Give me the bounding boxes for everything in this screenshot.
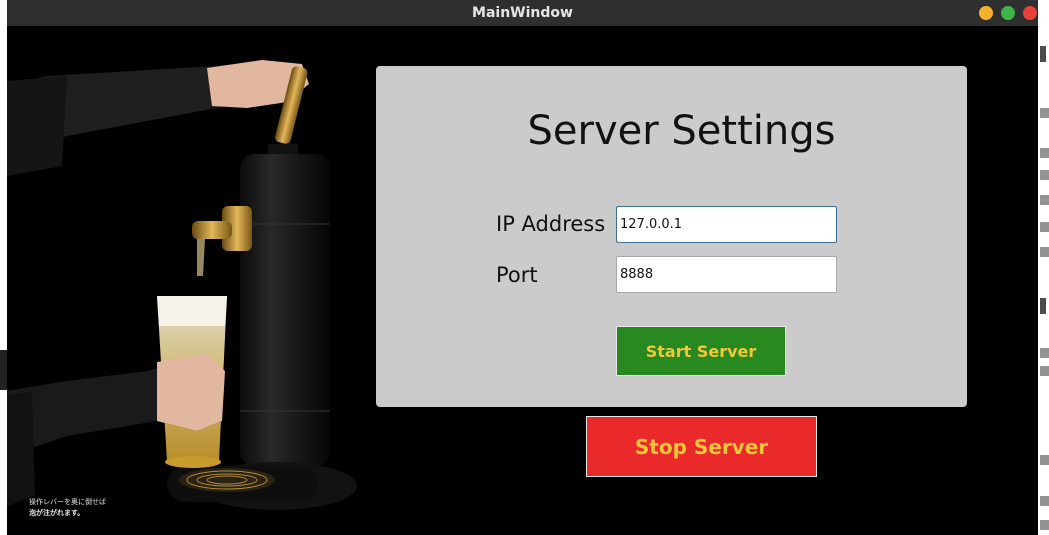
start-server-button[interactable]: Start Server: [616, 326, 786, 376]
beer-server-image: [7, 60, 357, 510]
server-settings-panel: Server Settings IP Address Port Start Se…: [376, 66, 967, 407]
window-title: MainWindow: [472, 5, 573, 21]
port-label: Port: [496, 263, 538, 287]
ip-address-input[interactable]: [616, 206, 837, 243]
maximize-button[interactable]: [1001, 6, 1015, 20]
background-window-edge: [0, 350, 7, 390]
image-caption: 操作レバーを奥に倒せば 泡が注がれます。: [29, 497, 106, 519]
main-window: MainWindow 操作レバーを奥に倒せば 泡が注がれます。 Server S…: [7, 0, 1038, 535]
minimize-button[interactable]: [979, 6, 993, 20]
stop-server-button[interactable]: Stop Server: [586, 416, 817, 477]
caption-line-2: 泡が注がれます。: [29, 509, 85, 517]
port-input[interactable]: [616, 256, 837, 293]
close-button[interactable]: [1023, 6, 1037, 20]
title-bar[interactable]: MainWindow: [7, 0, 1038, 26]
ip-address-label: IP Address: [496, 212, 606, 236]
caption-line-1: 操作レバーを奥に倒せば: [29, 498, 106, 506]
panel-title: Server Settings: [527, 108, 836, 154]
